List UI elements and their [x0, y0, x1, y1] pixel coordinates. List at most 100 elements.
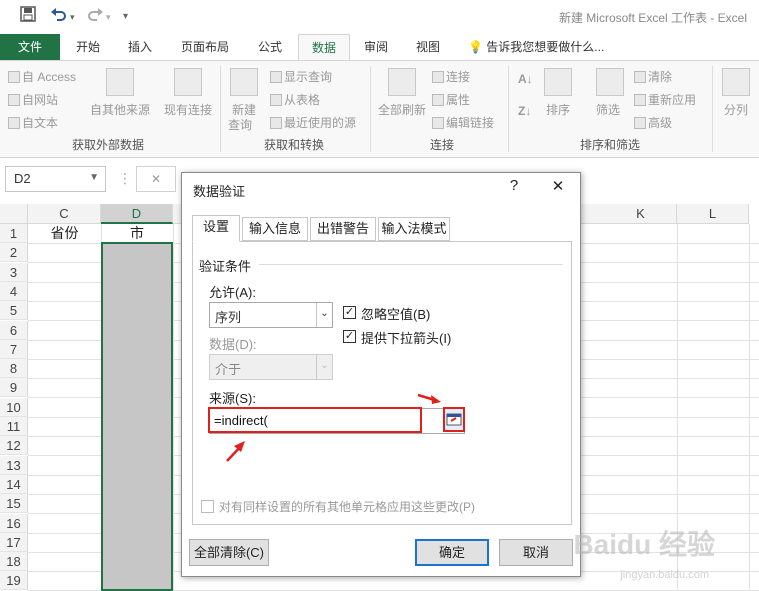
existing-connections-icon — [174, 68, 202, 96]
row-header[interactable]: 1 — [0, 224, 28, 243]
criteria-label: 验证条件 — [199, 259, 252, 274]
row-header[interactable]: 10 — [0, 397, 28, 417]
row-header[interactable]: 3 — [0, 262, 28, 282]
select-all-corner[interactable] — [0, 204, 28, 224]
clear-filter-icon — [634, 71, 646, 83]
reapply-button[interactable]: 重新应用 — [634, 91, 696, 108]
existing-connections-button[interactable]: 现有连接 — [164, 101, 212, 118]
tab-ime-mode[interactable]: 输入法模式 — [378, 217, 450, 241]
text-file-icon — [8, 117, 20, 129]
cell-d1[interactable]: 市 — [101, 224, 173, 243]
row-header[interactable]: 16 — [0, 513, 28, 533]
ignore-blank-label[interactable]: 忽略空值(B) — [361, 304, 430, 323]
cancel-button[interactable]: 取消 — [499, 539, 573, 566]
column-header-d[interactable]: D — [101, 204, 173, 224]
column-header-l[interactable]: L — [677, 204, 749, 224]
source-label: 来源(S): — [209, 391, 256, 406]
sort-za-icon[interactable]: Z↓ — [518, 104, 531, 118]
tab-view[interactable]: 视图 — [406, 34, 450, 60]
group-separator — [508, 66, 509, 152]
other-sources-button[interactable]: 自其他来源 — [90, 101, 150, 118]
range-selector-button[interactable] — [443, 407, 465, 432]
data-select: 介于 ⌄ — [209, 354, 333, 380]
save-icon[interactable] — [20, 6, 36, 27]
undo-dropdown-icon[interactable]: ▾ — [70, 12, 75, 23]
tell-me-box[interactable]: 💡 告诉我您想要做什么... — [468, 34, 618, 60]
tab-home[interactable]: 开始 — [64, 34, 112, 60]
group-get-transform: 获取和转换 — [264, 138, 325, 152]
row-header[interactable]: 2 — [0, 243, 28, 263]
chevron-down-icon[interactable]: ⌄ — [316, 303, 332, 327]
row-header[interactable]: 6 — [0, 320, 28, 340]
connections-button[interactable]: 连接 — [432, 68, 470, 85]
close-button[interactable]: ✕ — [548, 177, 568, 195]
tab-settings[interactable]: 设置 — [192, 215, 240, 242]
undo-icon[interactable] — [50, 6, 68, 27]
row-header[interactable]: 11 — [0, 417, 28, 436]
tab-input-message[interactable]: 输入信息 — [242, 217, 308, 241]
show-queries-button[interactable]: 显示查询 — [270, 68, 332, 85]
from-access-button[interactable]: 自 Access — [8, 68, 76, 85]
grid-line — [749, 224, 750, 591]
cell-c1[interactable]: 省份 — [28, 224, 101, 243]
source-input[interactable]: =indirect( — [208, 407, 422, 433]
refresh-all-button[interactable]: 全部刷新 — [378, 101, 426, 118]
reapply-icon — [634, 94, 646, 106]
from-table-button[interactable]: 从表格 — [270, 91, 320, 108]
text-to-columns-icon — [722, 68, 750, 96]
sort-az-icon[interactable]: A↓ — [518, 72, 533, 86]
advanced-filter-icon — [634, 117, 646, 129]
tab-file[interactable]: 文件 — [0, 34, 60, 60]
row-header[interactable]: 9 — [0, 378, 28, 398]
row-header[interactable]: 5 — [0, 301, 28, 321]
redo-icon[interactable] — [86, 6, 104, 27]
tab-data[interactable]: 数据 — [298, 34, 350, 61]
row-header[interactable]: 12 — [0, 436, 28, 456]
from-web-button[interactable]: 自网站 — [8, 91, 58, 108]
column-header-k[interactable]: K — [605, 204, 677, 224]
access-icon — [8, 71, 20, 83]
from-text-button[interactable]: 自文本 — [8, 114, 58, 131]
allow-select[interactable]: 序列 ⌄ — [209, 302, 333, 328]
row-header[interactable]: 4 — [0, 281, 28, 301]
filter-button[interactable]: 筛选 — [596, 101, 620, 118]
row-header[interactable]: 7 — [0, 339, 28, 359]
cancel-entry-button[interactable]: ✕ — [136, 166, 176, 192]
tab-review[interactable]: 审阅 — [354, 34, 398, 60]
tab-formulas[interactable]: 公式 — [246, 34, 294, 60]
tab-page-layout[interactable]: 页面布局 — [172, 34, 238, 60]
row-header[interactable]: 17 — [0, 532, 28, 552]
clear-all-button[interactable]: 全部清除(C) — [189, 539, 269, 566]
annotation-arrow-icon — [226, 441, 245, 462]
help-button[interactable]: ? — [504, 177, 524, 194]
tab-error-alert[interactable]: 出错警告 — [310, 217, 376, 241]
redo-dropdown-icon[interactable]: ▾ — [106, 12, 111, 23]
text-to-columns-button[interactable]: 分列 — [724, 101, 748, 118]
edit-links-button[interactable]: 编辑链接 — [432, 114, 494, 131]
tab-insert[interactable]: 插入 — [116, 34, 164, 60]
row-header[interactable]: 15 — [0, 494, 28, 514]
refresh-all-icon — [388, 68, 416, 96]
advanced-filter-button[interactable]: 高级 — [634, 114, 672, 131]
customize-icon[interactable]: ▾ — [123, 11, 128, 22]
selected-range-d2-d19[interactable] — [101, 242, 173, 591]
dropdown-arrow-checkbox[interactable]: ✓ — [343, 330, 356, 343]
new-query-button-line2[interactable]: 查询 — [228, 116, 252, 133]
row-header[interactable]: 8 — [0, 359, 28, 379]
dialog-title: 数据验证 — [193, 184, 246, 199]
namebox-dropdown-icon[interactable]: ▼ — [89, 172, 99, 183]
row-header[interactable]: 18 — [0, 552, 28, 572]
row-header[interactable]: 14 — [0, 474, 28, 494]
ok-button[interactable]: 确定 — [415, 539, 489, 566]
ignore-blank-checkbox[interactable]: ✓ — [343, 306, 356, 319]
row-header[interactable]: 19 — [0, 571, 28, 591]
column-header-c[interactable]: C — [28, 204, 101, 224]
name-box[interactable]: D2 ▼ — [5, 166, 106, 192]
properties-button[interactable]: 属性 — [432, 91, 470, 108]
dropdown-arrow-label[interactable]: 提供下拉箭头(I) — [361, 328, 451, 347]
criteria-divider — [259, 264, 563, 265]
recent-sources-button[interactable]: 最近使用的源 — [270, 114, 356, 131]
clear-filter-button[interactable]: 清除 — [634, 68, 672, 85]
sort-button[interactable]: 排序 — [546, 101, 570, 118]
row-header[interactable]: 13 — [0, 455, 28, 475]
